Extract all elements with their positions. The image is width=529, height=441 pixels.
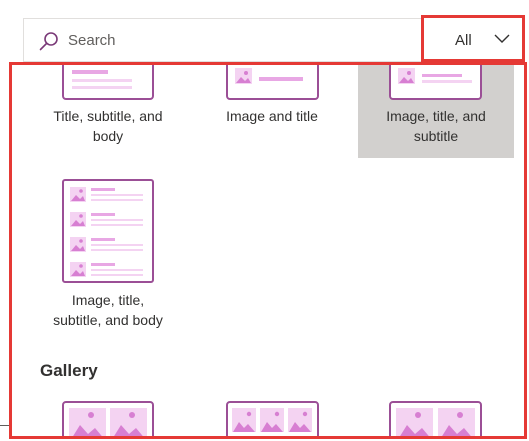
layout-thumbnail <box>389 55 482 100</box>
layout-card-image-title-subtitle[interactable] <box>389 55 482 100</box>
gallery-thumbnail <box>389 401 482 438</box>
layout-thumbnail <box>226 55 319 100</box>
gallery-card-two-images-alt[interactable] <box>389 401 482 438</box>
layout-label-title-subtitle-body: Title, subtitle, and body <box>53 108 163 144</box>
layout-label-image-and-title: Image and title <box>226 108 318 124</box>
layout-thumbnail <box>62 55 154 100</box>
divider <box>0 425 9 426</box>
layout-card-image-title-subtitle-body[interactable] <box>62 179 154 283</box>
gallery-thumbnail <box>62 401 154 438</box>
section-title-gallery: Gallery <box>40 361 98 380</box>
filter-selected-value: All <box>455 32 472 49</box>
thumb-row <box>70 187 143 202</box>
layout-label-image-title-subtitle-body: Image, title, subtitle, and body <box>53 292 163 328</box>
layout-thumbnail <box>70 187 143 277</box>
layout-card-image-and-title[interactable] <box>226 55 319 100</box>
gallery-thumbnail <box>226 401 319 438</box>
search-input[interactable]: Search <box>68 32 116 49</box>
gallery-card-three-images[interactable] <box>226 401 319 438</box>
layout-card-title-subtitle-body[interactable] <box>62 55 154 100</box>
search-icon <box>39 32 58 51</box>
chevron-down-icon <box>494 34 510 43</box>
gallery-card-two-images[interactable] <box>62 401 154 438</box>
layout-label-image-title-subtitle: Image, title, and subtitle <box>386 108 486 144</box>
